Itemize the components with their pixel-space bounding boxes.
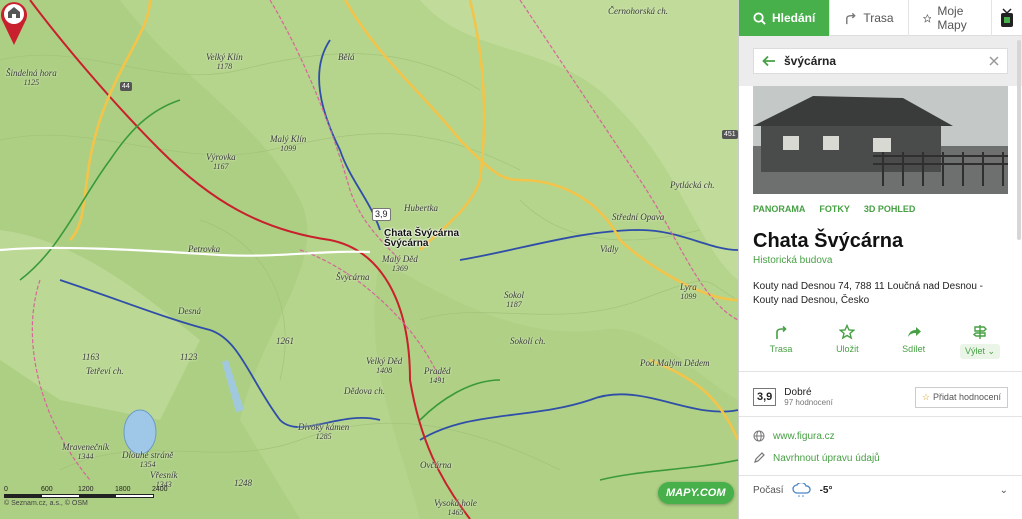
map-label: Divoký kámen 1285 [298, 422, 350, 441]
account-button[interactable] [992, 0, 1022, 36]
map-label: Vysoká hole 1465 [434, 498, 477, 517]
route-button[interactable]: Trasa [755, 324, 807, 359]
map-label: Lyra 1099 [680, 282, 697, 301]
map-label: Velký Děd 1408 [366, 356, 403, 375]
trip-button[interactable]: Výlet ⌄ [954, 324, 1006, 359]
map-label: Tetřeví ch. [86, 366, 124, 376]
chevron-down-icon[interactable]: ⌄ [1000, 485, 1008, 496]
rating-label: Dobré [784, 387, 812, 398]
search-icon [753, 11, 766, 25]
media-tabs: PANORAMA FOTKY 3D POHLED [739, 194, 1022, 224]
map-label: Malý Klín 1099 [270, 134, 307, 153]
map-label: Černohorská ch. [608, 6, 668, 16]
map-label: Střední Opava [612, 212, 665, 222]
map-label: Vidly [600, 244, 619, 254]
elevation-label: 1248 [234, 478, 252, 488]
edit-icon [754, 452, 765, 463]
map-label: Desná [178, 306, 201, 316]
poi-photo[interactable] [753, 86, 1008, 194]
map-label: Šindelná hora 1125 [6, 68, 57, 87]
map-label: Velký Klín 1178 [206, 52, 243, 71]
chevron-down-icon: ⌄ [987, 346, 996, 356]
map-label: Bělá [338, 52, 355, 62]
map-label: Sokol 1187 [504, 290, 524, 309]
road-number-badge: 451 [722, 130, 738, 139]
map-label: Švýcárna [336, 272, 370, 282]
map-label: Pytlácká ch. [670, 180, 715, 190]
star-icon [922, 13, 932, 23]
road-number-badge: 44 [120, 82, 132, 91]
tab-route[interactable]: Trasa [830, 0, 909, 36]
map-label: Výrovka 1167 [206, 152, 236, 171]
map-label: Dědova ch. [344, 386, 385, 396]
search-area [739, 36, 1022, 86]
map-label: Praděd 1491 [424, 366, 451, 385]
marker-label[interactable]: Chata Švýcárna Švýcárna [384, 229, 459, 249]
suggest-edit-row[interactable]: Navrhnout úpravu údajů [739, 447, 1022, 469]
poi-address: Kouty nad Desnou 74, 788 11 Loučná nad D… [753, 281, 983, 306]
tab-label: Moje Mapy [937, 4, 967, 32]
marker-rating-badge: 3,9 [372, 208, 391, 221]
star-icon [839, 324, 856, 340]
route-icon [776, 325, 787, 339]
tab-label: Hledání [772, 11, 816, 25]
top-tabs: Hledání Trasa Moje Mapy [739, 0, 1022, 36]
rating-score: 3,9 [753, 388, 777, 406]
side-panel: Hledání Trasa Moje Mapy švýcárna PANORAM… [738, 0, 1022, 519]
clear-icon[interactable] [989, 56, 999, 66]
tab-photos[interactable]: FOTKY [819, 204, 850, 224]
weather-label: Počasí [753, 484, 784, 496]
map-scale-bar: 0 600 1200 1800 2400 © Seznam.cz, a.s., © OS… [4, 486, 189, 507]
elevation-label: 1123 [180, 352, 198, 362]
rating-row: 3,9 Dobré 97 hodnocení ☆ Přidat hodnocen… [739, 372, 1022, 412]
search-box [753, 48, 1008, 74]
website-link[interactable]: www.figura.cz [773, 431, 835, 442]
mapy-logo[interactable]: MAPY.COM [658, 482, 734, 504]
account-icon [1001, 8, 1013, 27]
poi-actions: Trasa Uložit Sdílet Výlet ⌄ [739, 308, 1022, 359]
weather-row[interactable]: Počasí -5° ⌄ [739, 476, 1022, 504]
map-label: Dlouhé stráně 1354 [122, 450, 174, 469]
cloud-snow-icon [791, 483, 811, 497]
elevation-label: 1163 [82, 352, 100, 362]
rating-count: 97 hodnocení [784, 398, 833, 407]
map-canvas[interactable]: 44 451 Šindelná hora 1125 Velký Klín 1178 … [0, 0, 738, 519]
poi-category-link[interactable]: Historická budova [739, 253, 1022, 266]
map-label: Pod Malým Dědem [640, 358, 710, 368]
poi-title: Chata Švýcárna [753, 230, 904, 252]
poi-marker-pin[interactable] [0, 0, 28, 46]
map-label: Hubertka [404, 203, 438, 213]
share-icon [907, 327, 921, 337]
star-icon: ☆ [921, 391, 930, 402]
map-label: Mravenečník 1344 [62, 442, 109, 461]
map-label: Malý Děd 1369 [382, 254, 418, 273]
globe-icon [753, 430, 765, 442]
weather-temp: -5° [819, 484, 833, 496]
map-copyright: © Seznam.cz, a.s., © OSM [4, 500, 88, 507]
tab-panorama[interactable]: PANORAMA [753, 204, 805, 224]
suggest-edit-link[interactable]: Navrhnout úpravu údajů [773, 453, 880, 464]
map-label: Petrovka [188, 244, 221, 254]
website-row[interactable]: www.figura.cz [739, 425, 1022, 447]
tab-search[interactable]: Hledání [739, 0, 831, 36]
share-button[interactable]: Sdílet [888, 324, 940, 359]
panel-scrollbar[interactable] [1017, 40, 1021, 240]
tab-my-maps[interactable]: Moje Mapy [909, 0, 992, 36]
map-terrain [0, 0, 738, 519]
map-label: Ovčárna [420, 460, 452, 470]
chalet-photo [753, 86, 1008, 194]
add-rating-button[interactable]: ☆ Přidat hodnocení [914, 386, 1008, 408]
save-button[interactable]: Uložit [821, 324, 873, 359]
route-icon [846, 12, 857, 24]
tab-3d-view[interactable]: 3D POHLED [864, 204, 916, 224]
signpost-icon [972, 325, 987, 339]
elevation-label: 1261 [276, 336, 294, 346]
search-input[interactable] [784, 54, 981, 68]
tab-label: Trasa [863, 11, 894, 25]
back-arrow-icon[interactable] [762, 55, 776, 67]
map-label: Sokolí ch. [510, 336, 546, 346]
